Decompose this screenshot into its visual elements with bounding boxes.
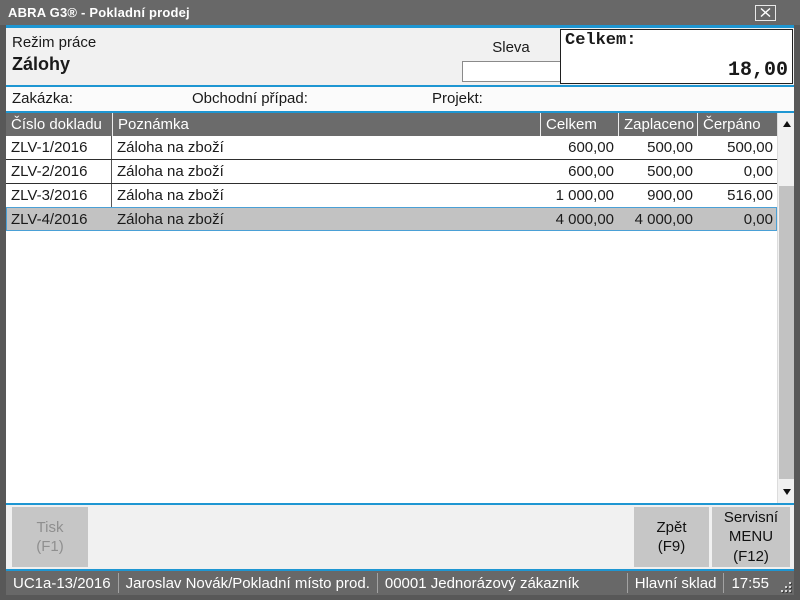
service-menu-button[interactable]: ServisníMENU(F12)	[712, 507, 790, 567]
cell-paid: 4 000,00	[618, 208, 697, 230]
cell-note: Záloha na zboží	[112, 208, 540, 230]
status-time: 17:55	[724, 575, 776, 592]
discount-label: Sleva	[462, 39, 560, 56]
cell-paid: 500,00	[618, 136, 697, 159]
cell-total: 600,00	[540, 160, 618, 183]
context-row: Zakázka: Obchodní případ: Projekt:	[6, 87, 794, 111]
table-row-selected[interactable]: ZLV-4/2016 Záloha na zboží 4 000,00 4 00…	[6, 207, 777, 231]
column-header-note[interactable]: Poznámka	[112, 113, 540, 136]
cell-total: 4 000,00	[540, 208, 618, 230]
print-button[interactable]: Tisk(F1)	[12, 507, 88, 567]
app-window: ABRA G3® - Pokladní prodej Režim práce Z…	[0, 0, 800, 600]
window-title: ABRA G3® - Pokladní prodej	[8, 5, 755, 20]
status-warehouse: Hlavní sklad	[628, 575, 724, 592]
cell-total: 600,00	[540, 136, 618, 159]
cell-total: 1 000,00	[540, 184, 618, 207]
window-body: Režim práce Zálohy Sleva Celkem: 18,00 Z…	[0, 25, 800, 600]
status-cashier: Jaroslav Novák/Pokladní místo prod.	[119, 575, 377, 592]
total-box: Celkem: 18,00	[560, 29, 793, 84]
cell-doc: ZLV-3/2016	[6, 184, 112, 207]
order-label: Zakázka:	[12, 90, 73, 107]
table-row[interactable]: ZLV-1/2016 Záloha na zboží 600,00 500,00…	[6, 136, 777, 160]
cell-doc: ZLV-1/2016	[6, 136, 112, 159]
top-panel: Režim práce Zálohy Sleva Celkem: 18,00	[6, 28, 794, 85]
resize-grip-icon[interactable]	[778, 579, 792, 593]
table-grid: Číslo dokladu Poznámka Celkem Zaplaceno …	[6, 113, 777, 231]
titlebar: ABRA G3® - Pokladní prodej	[0, 0, 800, 25]
total-value: 18,00	[728, 59, 788, 82]
column-header-drawn[interactable]: Čerpáno	[697, 113, 777, 136]
cell-note: Záloha na zboží	[112, 136, 540, 159]
column-header-doc[interactable]: Číslo dokladu	[6, 113, 112, 136]
button-bar-spacer	[88, 507, 634, 567]
cell-drawn: 516,00	[697, 184, 777, 207]
statusbar: UC1a-13/2016 Jaroslav Novák/Pokladní mís…	[6, 571, 794, 595]
function-button-bar: Tisk(F1) Zpět(F9) ServisníMENU(F12)	[6, 505, 794, 569]
column-header-paid[interactable]: Zaplaceno	[618, 113, 697, 136]
status-customer: 00001 Jednorázový zákazník	[378, 575, 586, 592]
cell-doc: ZLV-4/2016	[6, 208, 112, 230]
vertical-scrollbar[interactable]	[777, 113, 794, 503]
cell-paid: 900,00	[618, 184, 697, 207]
work-mode-block: Režim práce Zálohy	[12, 34, 96, 75]
table-row[interactable]: ZLV-3/2016 Záloha na zboží 1 000,00 900,…	[6, 184, 777, 208]
cell-paid: 500,00	[618, 160, 697, 183]
arrow-up-icon	[783, 121, 791, 127]
scroll-up-button[interactable]	[778, 114, 794, 134]
cell-note: Záloha na zboží	[112, 184, 540, 207]
arrow-down-icon	[783, 489, 791, 495]
cell-note: Záloha na zboží	[112, 160, 540, 183]
cell-drawn: 0,00	[697, 208, 777, 230]
cell-doc: ZLV-2/2016	[6, 160, 112, 183]
status-document: UC1a-13/2016	[6, 575, 118, 592]
project-label: Projekt:	[432, 90, 483, 107]
discount-input[interactable]	[462, 61, 561, 82]
close-icon	[760, 8, 771, 17]
work-mode-value: Zálohy	[12, 54, 96, 75]
scroll-down-button[interactable]	[778, 482, 794, 502]
work-mode-label: Režim práce	[12, 34, 96, 51]
scrollbar-thumb[interactable]	[779, 186, 794, 479]
table-row[interactable]: ZLV-2/2016 Záloha na zboží 600,00 500,00…	[6, 160, 777, 184]
business-case-label: Obchodní případ:	[192, 90, 308, 107]
close-button[interactable]	[755, 5, 776, 21]
column-header-total[interactable]: Celkem	[540, 113, 618, 136]
deposits-table: Číslo dokladu Poznámka Celkem Zaplaceno …	[6, 113, 794, 503]
total-label: Celkem:	[565, 31, 636, 50]
cell-drawn: 0,00	[697, 160, 777, 183]
cell-drawn: 500,00	[697, 136, 777, 159]
table-header: Číslo dokladu Poznámka Celkem Zaplaceno …	[6, 113, 777, 136]
back-button[interactable]: Zpět(F9)	[634, 507, 709, 567]
